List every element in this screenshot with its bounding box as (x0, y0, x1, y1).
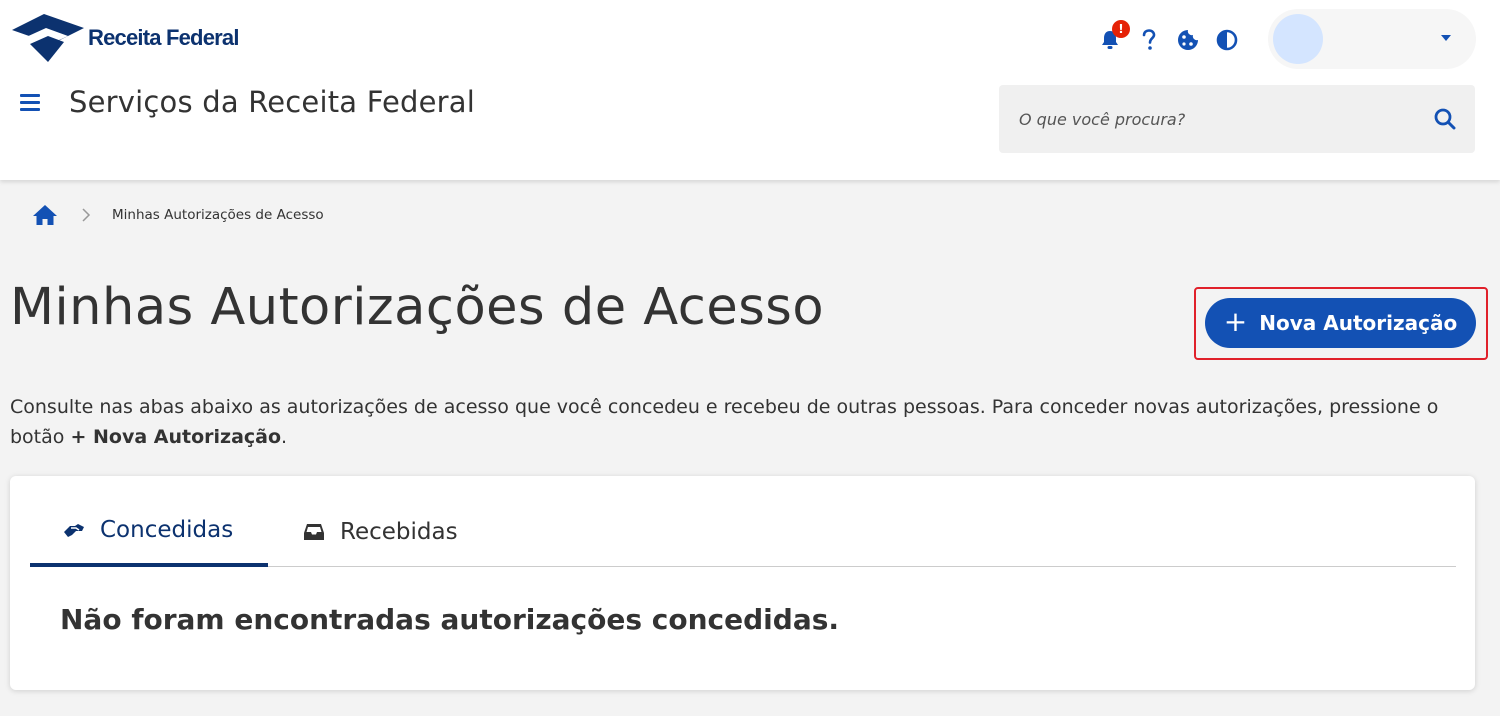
user-menu[interactable] (1268, 9, 1476, 69)
nova-autorizacao-label: Nova Autorização (1259, 311, 1458, 335)
hamburger-icon (20, 94, 40, 97)
authorizations-card: Concedidas Recebidas Não foram encontrad… (10, 476, 1475, 690)
cookie-icon (1178, 30, 1198, 50)
plus-icon: + (1223, 305, 1248, 338)
site-header: Receita Federal ! Serviços da Receita Fe… (0, 0, 1500, 180)
tab-concedidas-label: Concedidas (100, 516, 234, 543)
search-input[interactable] (999, 85, 1419, 153)
receita-federal-emblem-icon (12, 14, 84, 62)
question-icon (1142, 29, 1156, 50)
notifications-button[interactable]: ! (1098, 20, 1130, 52)
menu-button[interactable] (20, 94, 40, 112)
tab-bar: Concedidas Recebidas (30, 496, 1456, 567)
breadcrumb: Minhas Autorizações de Acesso (32, 202, 324, 228)
help-button[interactable] (1137, 28, 1161, 52)
home-icon[interactable] (32, 203, 58, 227)
handshake-icon (62, 519, 86, 541)
cookies-button[interactable] (1176, 28, 1200, 52)
contrast-icon (1216, 29, 1238, 51)
avatar (1273, 14, 1323, 64)
site-title: Serviços da Receita Federal (69, 85, 476, 119)
empty-state-message: Não foram encontradas autorizações conce… (60, 603, 840, 636)
page-title: Minhas Autorizações de Acesso (10, 278, 825, 337)
tab-recebidas[interactable]: Recebidas (302, 496, 458, 567)
inbox-icon (302, 521, 326, 543)
breadcrumb-current: Minhas Autorizações de Acesso (112, 207, 324, 223)
tab-recebidas-label: Recebidas (340, 518, 458, 545)
description-button-ref: + Nova Autorização (70, 426, 282, 448)
nova-autorizacao-button[interactable]: + Nova Autorização (1205, 298, 1476, 348)
search-button[interactable] (1433, 107, 1457, 131)
notification-badge: ! (1112, 20, 1130, 38)
tab-concedidas[interactable]: Concedidas (30, 496, 268, 567)
header-actions: ! (1098, 18, 1254, 62)
receita-federal-logo[interactable]: Receita Federal (10, 12, 240, 64)
chevron-right-icon (82, 208, 91, 222)
logo-text: Receita Federal (88, 25, 239, 50)
search-icon (1434, 108, 1456, 130)
contrast-button[interactable] (1215, 28, 1239, 52)
page-description: Consulte nas abas abaixo as autorizações… (10, 396, 1439, 448)
caret-down-icon (1441, 35, 1451, 41)
search-box (999, 85, 1475, 153)
